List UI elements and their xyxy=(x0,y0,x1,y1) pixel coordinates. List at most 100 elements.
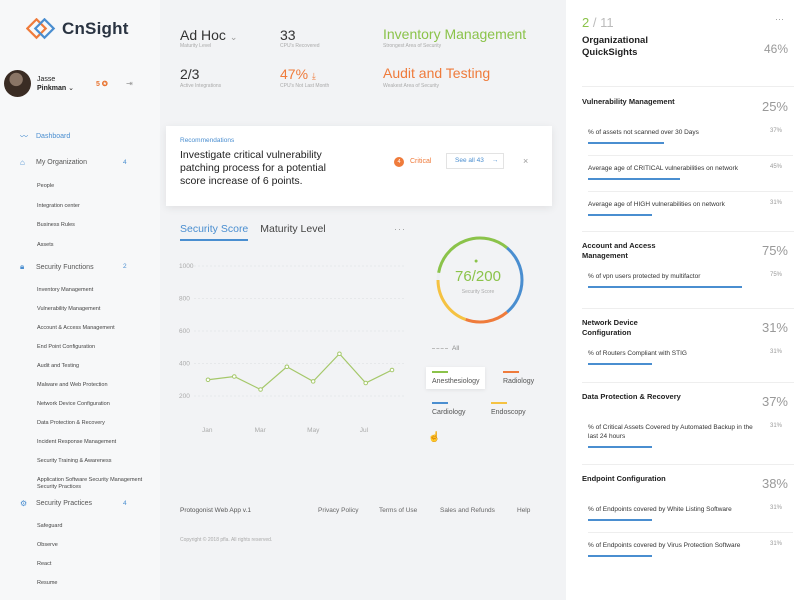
sidebar-subitem[interactable]: Incident Response Management xyxy=(37,439,157,446)
user-points-badge: 5 ✪ xyxy=(96,81,108,88)
footer-privacy-link[interactable]: Privacy Policy xyxy=(318,507,358,514)
tab-security-score[interactable]: Security Score xyxy=(180,223,249,241)
data-point[interactable] xyxy=(231,374,237,379)
legend-all[interactable]: All xyxy=(432,345,459,352)
sidebar-subitem[interactable]: Integration center xyxy=(37,203,157,210)
legend-all-label: All xyxy=(452,345,460,352)
legend-endoscopy[interactable]: Endoscopy xyxy=(491,402,526,416)
cursor-icon: ☝ xyxy=(428,432,441,443)
metric-pct: 31% xyxy=(769,505,782,511)
data-point[interactable] xyxy=(310,379,316,384)
sidebar-subitem[interactable]: Assets xyxy=(37,242,157,249)
chevron-down-icon: ⌄ xyxy=(229,32,238,42)
user-profile[interactable]: Jasse Pinkman ⌄ xyxy=(4,70,74,97)
nav-security-functions[interactable]: 🔒︎ Security Functions xyxy=(20,262,94,272)
metric-label: Average age of HIGH vulnerabilities on n… xyxy=(588,201,725,208)
user-name: Jasse Pinkman ⌄ xyxy=(37,75,74,93)
legend-cardiology[interactable]: Cardiology xyxy=(432,402,465,416)
category-title[interactable]: Account and Access Management xyxy=(582,241,682,261)
org-icon: ⌂ xyxy=(20,158,25,167)
legend-label: Anesthesiology xyxy=(432,378,480,385)
recommendation-title: Recommendations xyxy=(180,137,235,144)
sidebar-subitem[interactable]: React xyxy=(37,561,157,568)
data-point[interactable] xyxy=(258,387,263,392)
category-title[interactable]: Vulnerability Management xyxy=(582,97,682,107)
app-root: CnSight Jasse Pinkman ⌄ 5 ✪ ⇥ 〰 Dashboar… xyxy=(0,0,800,600)
nav-my-organization[interactable]: ⌂ My Organization xyxy=(20,158,87,167)
metric-pct: 31% xyxy=(769,423,782,429)
footer-help-link[interactable]: Help xyxy=(517,507,530,514)
maturity-level-value[interactable]: Ad Hoc ⌄ xyxy=(180,27,237,43)
strongest-area-value[interactable]: Inventory Management xyxy=(383,26,526,42)
legend-all-line xyxy=(432,347,448,349)
sidebar-subitem[interactable]: End Point Configuration xyxy=(37,344,157,351)
sidebar-subitem[interactable]: Malware and Web Protection xyxy=(37,382,157,389)
metric-progress-bar xyxy=(588,214,652,216)
footer-sales-link[interactable]: Sales and Refunds xyxy=(440,507,495,514)
chevron-down-icon[interactable]: ⌄ xyxy=(68,85,74,92)
more-options-icon[interactable]: ··· xyxy=(394,224,406,234)
metric-progress-bar xyxy=(588,555,652,557)
category-title[interactable]: Endpoint Configuration xyxy=(582,474,682,484)
footer-terms-link[interactable]: Terms of Use xyxy=(379,507,417,514)
metric-progress-bar xyxy=(588,519,652,521)
sidebar-subitem[interactable]: People xyxy=(37,183,157,190)
sidebar-subitem[interactable]: Application Software Security Management… xyxy=(37,477,157,491)
legend-label: Cardiology xyxy=(432,409,466,416)
metric-label: Average age of CRITICAL vulnerabilities … xyxy=(588,165,738,172)
sidebar-subitem[interactable]: Audit and Testing xyxy=(37,363,157,370)
sidebar-subitem[interactable]: Business Rules xyxy=(37,222,157,229)
see-all-button[interactable]: See all 43 → xyxy=(446,153,504,169)
avatar[interactable] xyxy=(4,70,31,97)
legend-swatch xyxy=(503,371,519,373)
metric-progress-bar xyxy=(588,286,742,288)
category-divider xyxy=(582,464,794,465)
data-point[interactable] xyxy=(284,364,290,370)
category-divider xyxy=(582,382,794,383)
maturity-level-text: Ad Hoc xyxy=(180,27,226,43)
nav-security-practices[interactable]: ⚙ Security Practices xyxy=(20,499,92,508)
sidebar-subitem[interactable]: Security Training & Awareness xyxy=(37,458,157,465)
sidebar-subitem[interactable]: Safeguard xyxy=(37,523,157,530)
logo[interactable]: CnSight xyxy=(26,18,129,40)
data-point[interactable] xyxy=(389,367,395,373)
tab-maturity-level[interactable]: Maturity Level xyxy=(260,223,325,241)
metric-label: % of Endpoints covered by Virus Protecti… xyxy=(588,542,741,549)
legend-anesthesiology[interactable]: Anesthesiology xyxy=(426,367,486,389)
data-point[interactable] xyxy=(363,380,369,386)
category-title[interactable]: Network Device Configuration xyxy=(582,318,682,338)
nav-dashboard[interactable]: 〰 Dashboard xyxy=(20,131,70,142)
cpu-recovered-value: 33 xyxy=(280,27,296,43)
recommendation-card: Recommendations Investigate critical vul… xyxy=(166,126,552,206)
header-divider xyxy=(582,86,794,87)
sidebar-subitem[interactable]: Data Protection & Recovery xyxy=(37,420,157,427)
sidebar-subitem[interactable]: Resume xyxy=(37,580,157,587)
sidebar-subitem[interactable]: Account & Access Management xyxy=(37,325,157,332)
close-icon[interactable]: × xyxy=(523,156,528,166)
sidebar-subitem[interactable]: Inventory Management xyxy=(37,287,157,294)
weakest-area-value[interactable]: Audit and Testing xyxy=(383,65,490,81)
more-options-icon[interactable]: ··· xyxy=(775,14,784,24)
strongest-area-label: Strongest Area of Security xyxy=(383,43,442,49)
sidebar-subitem[interactable]: Vulnerability Management xyxy=(37,306,157,313)
metric-progress-bar xyxy=(588,142,664,144)
quicksights-total: / 11 xyxy=(592,15,614,30)
y-tick-label: 800 xyxy=(179,296,190,303)
legend-swatch xyxy=(432,371,448,373)
logout-icon[interactable]: ⇥ xyxy=(126,79,133,88)
sidebar-subitem[interactable]: Network Device Configuration xyxy=(37,401,157,408)
x-tick-label: Jul xyxy=(360,427,369,434)
metric-divider xyxy=(588,155,793,156)
data-point[interactable] xyxy=(205,377,211,383)
data-point[interactable] xyxy=(337,351,342,357)
legend-label: Endoscopy xyxy=(491,409,526,416)
arrow-down-icon: ⤓ xyxy=(311,71,316,81)
category-divider xyxy=(582,231,794,232)
category-title[interactable]: Data Protection & Recovery xyxy=(582,392,682,402)
nav-security-functions-count: 2 xyxy=(123,263,127,270)
legend-radiology[interactable]: Radiology xyxy=(503,371,534,385)
sidebar-subitem[interactable]: Observe xyxy=(37,542,157,549)
x-tick-label: Mar xyxy=(255,427,267,434)
metric-pct: 31% xyxy=(769,541,782,547)
chart-tabs: Security Score Maturity Level xyxy=(180,223,338,241)
